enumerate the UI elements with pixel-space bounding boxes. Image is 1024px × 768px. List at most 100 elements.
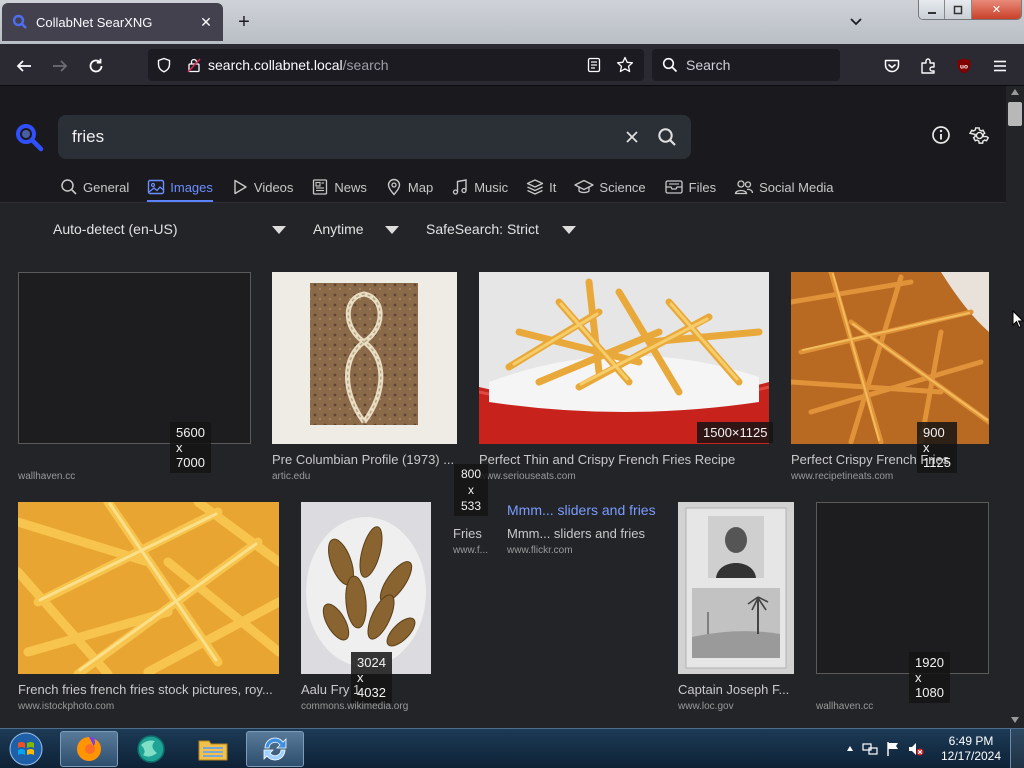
tab-science[interactable]: Science [574, 172, 646, 202]
browser-search-bar[interactable]: Search [652, 49, 840, 81]
tracking-shield-icon[interactable] [156, 57, 172, 73]
forward-arrow-icon[interactable] [46, 52, 74, 80]
searxng-logo-icon[interactable] [14, 122, 44, 152]
language-select[interactable]: Auto-detect (en-US) [53, 221, 178, 237]
dimension-height: 533 [460, 499, 482, 513]
broken-image-alt-text[interactable]: Mmm... sliders and fries [507, 502, 667, 518]
hamburger-menu-icon[interactable] [986, 52, 1014, 80]
tab-images[interactable]: Images [147, 172, 213, 202]
pocket-icon[interactable] [878, 52, 906, 80]
people-icon [734, 180, 754, 195]
dimension-width: 800 [460, 467, 482, 481]
url-bar[interactable]: search.collabnet.local/search [148, 49, 644, 81]
scroll-down-arrow-icon[interactable] [1010, 716, 1020, 724]
preferences-button[interactable] [968, 124, 990, 146]
clear-search-button[interactable] [625, 130, 639, 144]
result-title[interactable]: Mmm... sliders and fries [507, 526, 667, 541]
result-thumbnail[interactable] [301, 502, 431, 674]
rope-artwork-image [310, 283, 418, 425]
result-source: www.recipetineats.com [791, 471, 894, 482]
safesearch-select[interactable]: SafeSearch: Strict [426, 221, 539, 237]
tab-social-media[interactable]: Social Media [734, 172, 834, 202]
search-input[interactable] [72, 127, 625, 147]
action-center-flag-icon[interactable] [886, 741, 900, 757]
windows-orb-icon [9, 732, 43, 766]
folder-icon [198, 740, 228, 761]
about-info-button[interactable] [930, 124, 952, 146]
tab-strip: CollabNet SearXNG ✕ + ✕ [0, 0, 1024, 44]
browser-tab[interactable]: CollabNet SearXNG ✕ [2, 3, 223, 41]
result-title[interactable]: Pre Columbian Profile (1973) ... [272, 452, 457, 467]
minimize-button[interactable] [919, 0, 946, 19]
aalu-fry-image [301, 502, 431, 674]
tab-news[interactable]: News [311, 172, 367, 202]
page-scrollbar[interactable] [1006, 86, 1024, 728]
volume-muted-icon[interactable] [908, 741, 924, 757]
time-range-chevron-down-icon[interactable] [385, 226, 399, 234]
window-close-button[interactable]: ✕ [971, 0, 1021, 19]
language-chevron-down-icon[interactable] [272, 226, 286, 234]
tab-files[interactable]: Files [664, 172, 716, 202]
scrollbar-thumb[interactable] [1008, 102, 1022, 126]
result-title[interactable]: French fries french fries stock pictures… [18, 682, 279, 697]
result-title[interactable]: Perfect Thin and Crispy French Fries Rec… [479, 452, 769, 467]
result-thumbnail[interactable] [272, 272, 457, 444]
taskbar-remote-app[interactable] [246, 731, 304, 767]
category-tabs: General Images Videos News Map Music It … [60, 172, 852, 202]
network-icon[interactable] [862, 741, 878, 757]
back-arrow-icon[interactable] [10, 52, 38, 80]
url-host: search.collabnet.local [208, 57, 343, 73]
taskbar-firefox[interactable] [60, 731, 118, 767]
reload-icon[interactable] [82, 52, 110, 80]
tab-images-label: Images [170, 179, 213, 195]
result-thumbnail[interactable] [18, 272, 251, 444]
result-title[interactable]: Fries [453, 526, 493, 541]
info-icon [932, 126, 950, 144]
extensions-puzzle-icon[interactable] [914, 52, 942, 80]
result-thumbnail[interactable] [18, 502, 279, 674]
ublock-origin-icon[interactable]: uo [950, 52, 978, 80]
show-desktop-button[interactable] [1010, 729, 1024, 768]
tab-map[interactable]: Map [385, 172, 433, 202]
start-button[interactable] [6, 731, 46, 767]
fries-basket-image [479, 272, 769, 444]
tab-general[interactable]: General [60, 172, 129, 202]
scroll-up-arrow-icon[interactable] [1010, 88, 1020, 96]
tab-music[interactable]: Music [451, 172, 508, 202]
crispy-fries-image [791, 272, 989, 444]
tab-it[interactable]: It [526, 172, 556, 202]
result-thumbnail[interactable] [678, 502, 794, 674]
result-title[interactable]: Captain Joseph F... [678, 682, 794, 697]
tab-videos[interactable]: Videos [231, 172, 293, 202]
show-hidden-icons-arrow-icon[interactable] [846, 745, 854, 753]
gear-icon [968, 126, 989, 144]
result-thumbnail[interactable] [479, 272, 769, 444]
submit-search-button[interactable] [657, 127, 677, 147]
safesearch-value: SafeSearch: Strict [426, 221, 539, 237]
taskbar-clock[interactable]: 6:49 PM 12/17/2024 [936, 734, 1006, 764]
taskbar-app-globe[interactable] [122, 731, 180, 767]
list-all-tabs-chevron-icon[interactable] [846, 12, 866, 32]
result-source: www.seriouseats.com [479, 471, 576, 482]
tab-close-icon[interactable]: ✕ [199, 14, 213, 31]
svg-text:uo: uo [960, 64, 968, 71]
taskbar-file-explorer[interactable] [184, 731, 242, 767]
reader-view-icon[interactable] [586, 57, 602, 73]
bookmark-star-icon[interactable] [616, 56, 634, 74]
safesearch-chevron-down-icon[interactable] [562, 226, 576, 234]
result-title[interactable]: Perfect Crispy French Fries [791, 452, 989, 467]
maximize-button[interactable] [945, 0, 972, 19]
new-tab-button[interactable]: + [232, 10, 256, 34]
result-thumbnail[interactable] [791, 272, 989, 444]
insecure-lock-icon[interactable] [186, 57, 202, 73]
map-pin-icon [387, 178, 401, 196]
result-source: www.loc.gov [678, 701, 734, 712]
file-tray-icon [665, 180, 683, 194]
tab-it-label: It [549, 179, 557, 195]
time-range-select[interactable]: Anytime [313, 221, 364, 237]
result-thumbnail[interactable] [816, 502, 989, 674]
browser-search-placeholder: Search [686, 57, 731, 73]
url-text[interactable]: search.collabnet.local/search [208, 57, 389, 73]
searxng-favicon-icon [12, 14, 27, 29]
result-title[interactable]: Aalu Fry 1 [301, 682, 431, 697]
